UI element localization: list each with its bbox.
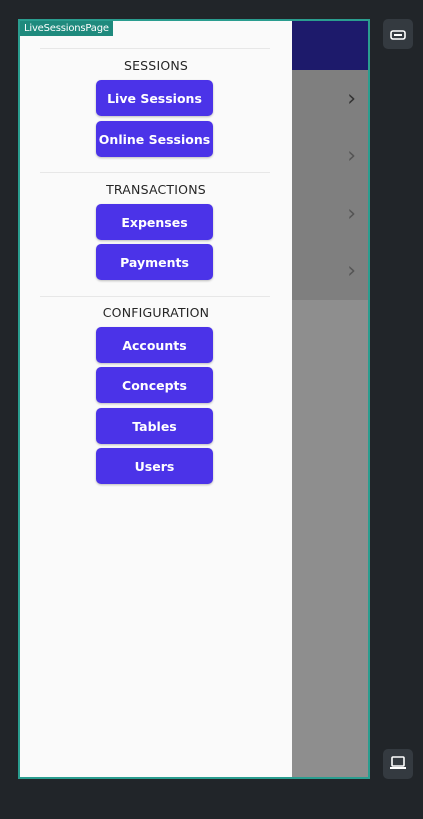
device-toggle-icon — [390, 25, 406, 44]
chevron-right-icon: › — [347, 258, 356, 284]
expenses-button[interactable]: Expenses — [96, 204, 213, 240]
chevron-right-icon: › — [347, 201, 356, 227]
section-title-configuration: CONFIGURATION — [102, 305, 210, 320]
device-frame: LiveSessionsPage › › › › SESSIONS Live S… — [18, 19, 370, 779]
page-name-tag: LiveSessionsPage — [20, 21, 113, 36]
device-toggle-button[interactable] — [383, 19, 413, 49]
laptop-icon — [390, 755, 406, 774]
section-title-transactions: TRANSACTIONS — [106, 182, 206, 197]
online-sessions-button[interactable]: Online Sessions — [96, 121, 213, 157]
live-sessions-button[interactable]: Live Sessions — [96, 80, 213, 116]
divider — [40, 48, 270, 49]
chevron-right-icon: › — [347, 86, 356, 112]
laptop-view-button[interactable] — [383, 749, 413, 779]
users-button[interactable]: Users — [96, 448, 213, 484]
chevron-right-icon: › — [347, 143, 356, 169]
concepts-button[interactable]: Concepts — [96, 367, 213, 403]
divider — [40, 172, 270, 173]
divider — [40, 296, 270, 297]
payments-button[interactable]: Payments — [96, 244, 213, 280]
navigation-drawer: SESSIONS Live Sessions Online Sessions T… — [20, 21, 292, 777]
tables-button[interactable]: Tables — [96, 408, 213, 444]
accounts-button[interactable]: Accounts — [96, 327, 213, 363]
section-title-sessions: SESSIONS — [123, 58, 189, 73]
